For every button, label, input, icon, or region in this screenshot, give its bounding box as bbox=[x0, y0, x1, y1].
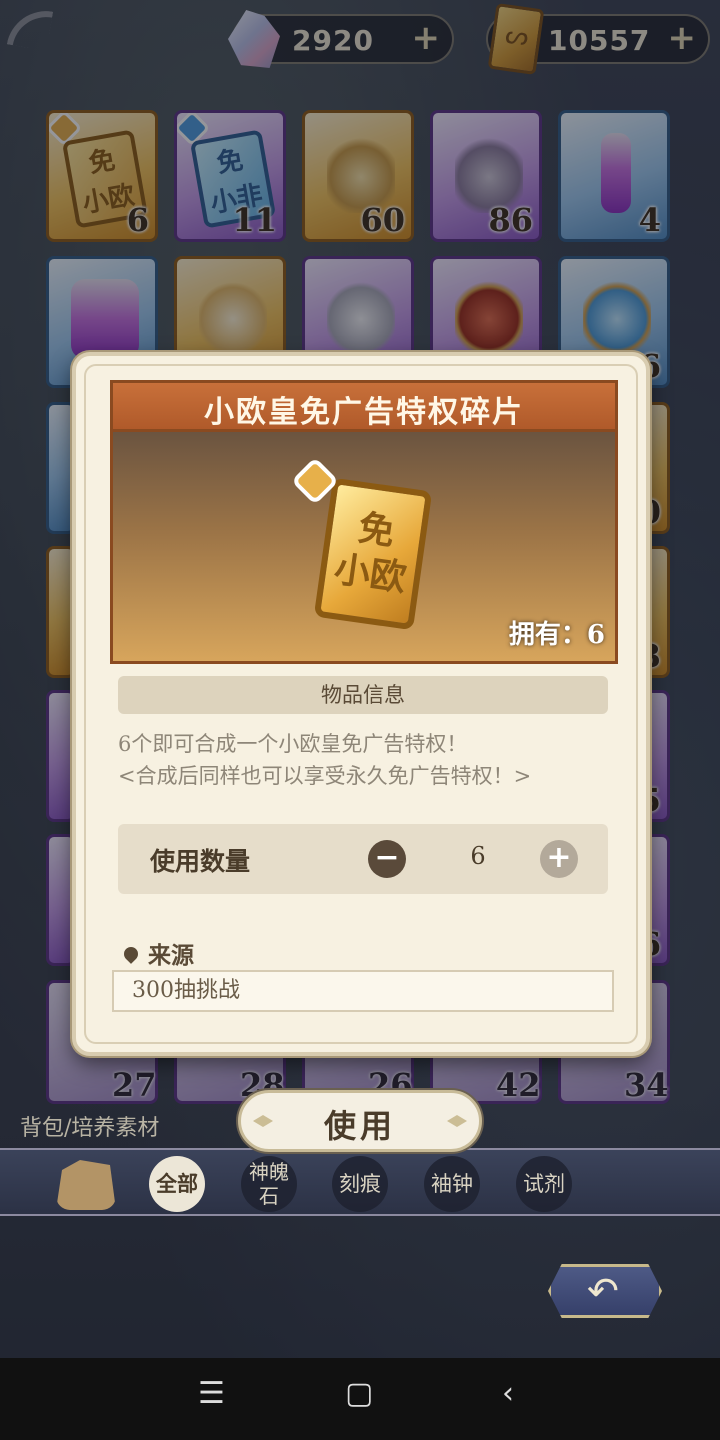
item-detail-modal: 小欧皇免广告特权碎片 免 小欧 拥有：6 物品信息 6个即可合成一个小欧皇免广告… bbox=[72, 352, 650, 1056]
item-info-header: 物品信息 bbox=[118, 676, 608, 714]
home-icon[interactable]: ▢ bbox=[345, 1376, 373, 1411]
description-line: <合成后同样也可以享受永久免广告特权！> bbox=[118, 764, 532, 788]
back-icon[interactable]: ‹ bbox=[502, 1376, 514, 1411]
owned-count: 拥有：6 bbox=[508, 620, 605, 650]
backpack-icon bbox=[56, 1160, 116, 1210]
tab-soul-stone[interactable]: 神魄 石 bbox=[241, 1156, 297, 1212]
modal-title-banner: 小欧皇免广告特权碎片 bbox=[110, 380, 618, 432]
menu-icon[interactable]: ☰ bbox=[198, 1376, 225, 1411]
source-title: 来源 bbox=[148, 942, 194, 969]
ticket-text: 小欧 bbox=[331, 547, 409, 600]
return-button[interactable]: ↶ bbox=[548, 1264, 662, 1318]
tab-reagent[interactable]: 试剂 bbox=[516, 1156, 572, 1212]
system-navigation-bar: ☰ ▢ ‹ bbox=[0, 1358, 720, 1440]
tab-engraving[interactable]: 刻痕 bbox=[332, 1156, 388, 1212]
modal-title: 小欧皇免广告特权碎片 bbox=[204, 395, 524, 430]
decrease-quantity-button[interactable]: − bbox=[368, 840, 406, 878]
source-header: 来源 bbox=[121, 936, 194, 970]
return-arrow-icon: ↶ bbox=[587, 1269, 619, 1313]
description-line: 6个即可合成一个小欧皇免广告特权！ bbox=[118, 732, 468, 756]
breadcrumb: 背包/培养素材 bbox=[20, 1116, 160, 1141]
tab-label: 神魄 bbox=[249, 1160, 289, 1184]
quantity-stepper: 使用数量 − 6 + bbox=[118, 824, 608, 894]
item-description: 6个即可合成一个小欧皇免广告特权！ <合成后同样也可以享受永久免广告特权！> bbox=[118, 728, 531, 792]
source-item[interactable]: 300抽挑战 bbox=[112, 970, 614, 1012]
quantity-value: 6 bbox=[470, 842, 486, 870]
ticket-text: 免 bbox=[355, 506, 398, 554]
tab-pocket-watch[interactable]: 袖钟 bbox=[424, 1156, 480, 1212]
ad-free-ticket-icon: 免 小欧 bbox=[313, 477, 433, 631]
use-button-label: 使用 bbox=[323, 1107, 396, 1145]
quantity-label: 使用数量 bbox=[150, 847, 251, 876]
tab-all[interactable]: 全部 bbox=[149, 1156, 205, 1212]
tab-label: 石 bbox=[259, 1184, 279, 1208]
use-button[interactable]: 使用 bbox=[238, 1090, 482, 1152]
category-tab-bar: 全部 神魄 石 刻痕 袖钟 试剂 bbox=[0, 1148, 720, 1216]
location-pin-icon bbox=[121, 944, 141, 964]
increase-quantity-button[interactable]: + bbox=[540, 840, 578, 878]
item-preview: 免 小欧 拥有：6 bbox=[110, 432, 618, 664]
